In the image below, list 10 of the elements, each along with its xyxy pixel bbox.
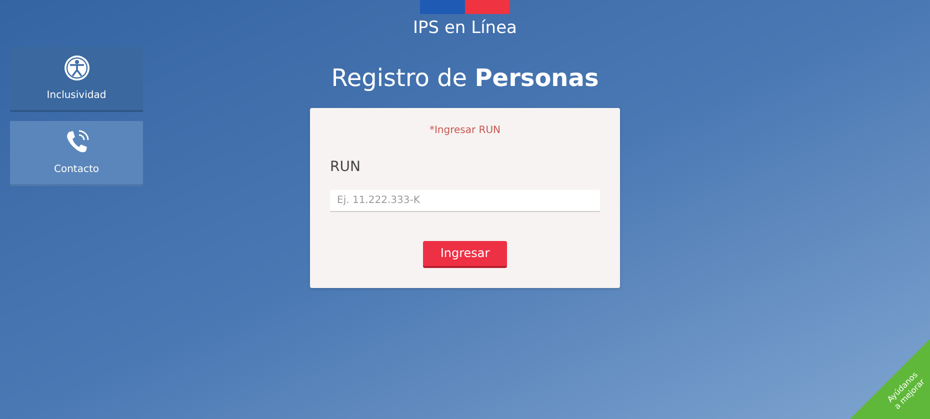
- run-input[interactable]: Ej. 11.222.333-K: [330, 190, 600, 212]
- feedback-ribbon[interactable]: [850, 339, 930, 419]
- error-message: *Ingresar RUN: [429, 124, 501, 138]
- sidebar-item[interactable]: Inclusividad: [10, 47, 143, 112]
- field-label: RUN: [330, 158, 360, 174]
- submit-button[interactable]: Ingresar: [423, 240, 507, 268]
- sidebar-item[interactable]: Contacto: [10, 121, 143, 186]
- page-heading: Registro de Personas: [331, 62, 599, 94]
- site-title: IPS en Línea: [413, 17, 517, 40]
- accessibility-icon: [62, 54, 90, 82]
